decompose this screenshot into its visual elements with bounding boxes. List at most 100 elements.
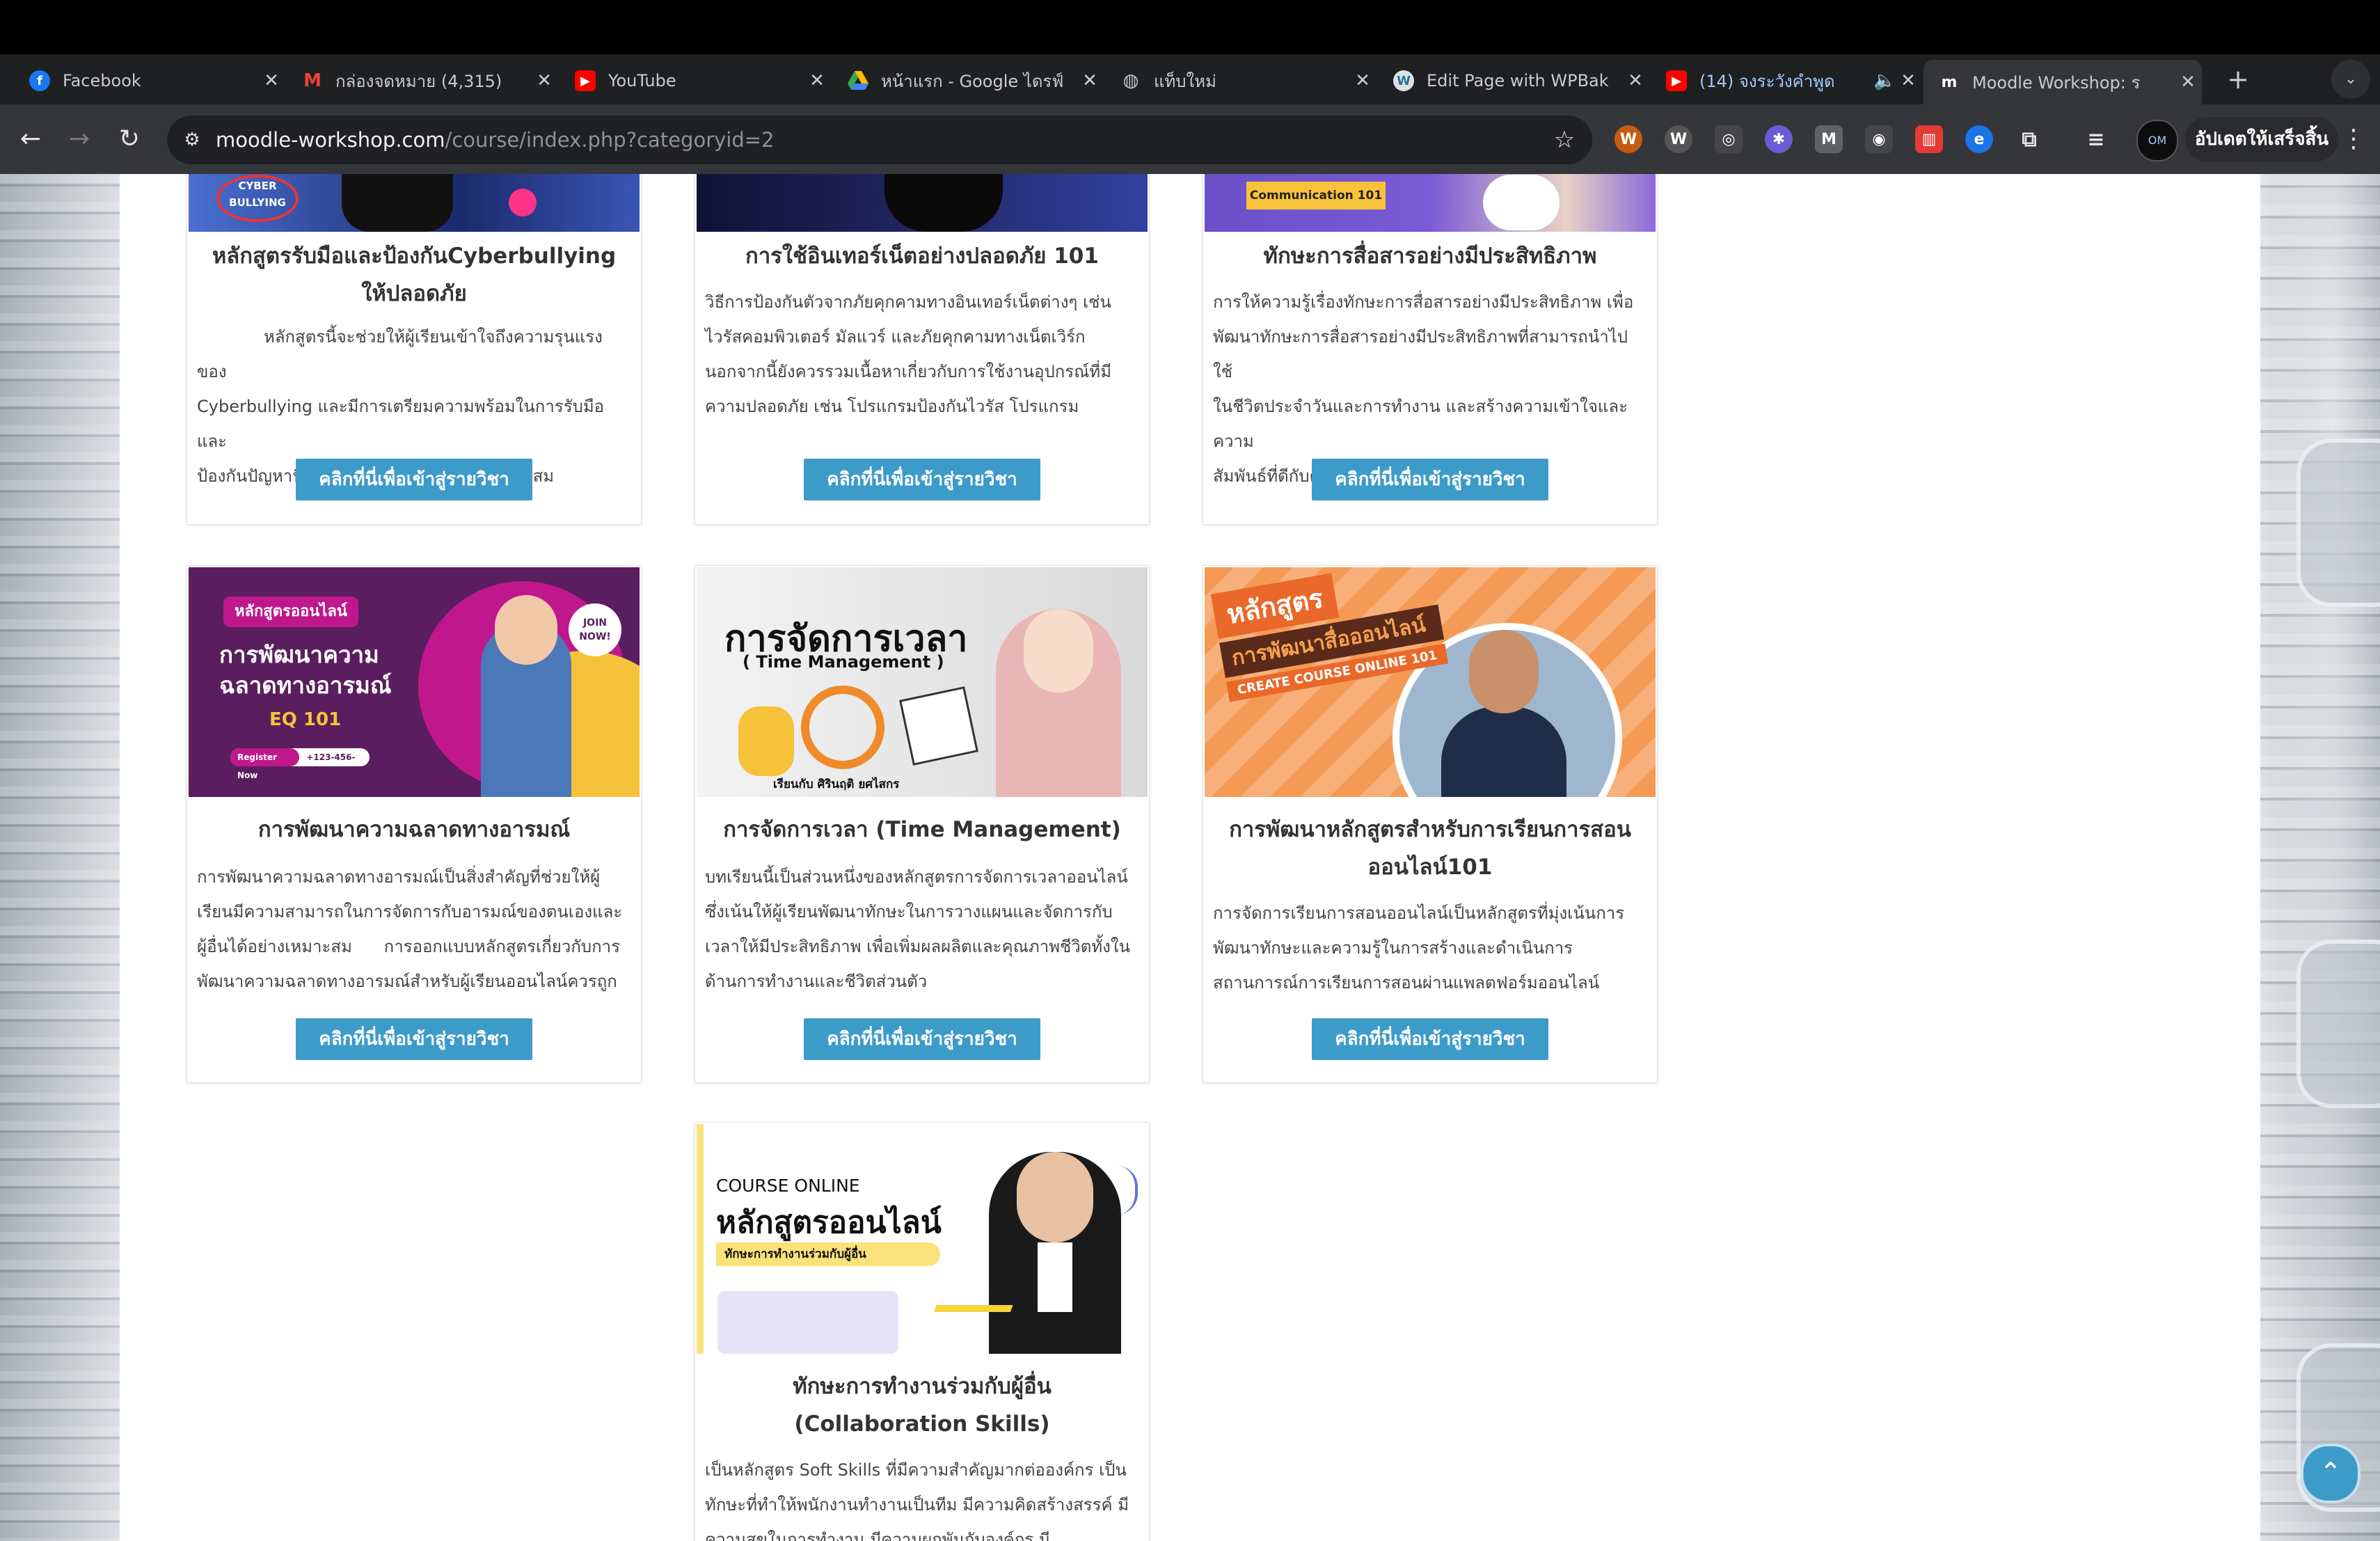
globe-icon: ◍ bbox=[1122, 70, 1139, 91]
course-card: CYBER BULLYING หลักสูตรรับมือและป้องกันC… bbox=[187, 174, 642, 525]
youtube-icon: ▶ bbox=[1666, 70, 1687, 91]
gmail-extension-icon[interactable]: M bbox=[1815, 125, 1843, 153]
reload-button[interactable]: ↻ bbox=[110, 120, 149, 159]
course-banner[interactable]: การจัดการเวลา ( Time Management ) เรียนก… bbox=[697, 567, 1148, 797]
background-wood-right bbox=[2260, 174, 2380, 1541]
new-tab-button[interactable]: + bbox=[2224, 65, 2252, 93]
banner-tag: ทักษะการทำงานร่วมกับผู้อื่น bbox=[716, 1242, 940, 1266]
tab-youtube-video[interactable]: ▶ (14) จงระวังคำพูด 🔈 ✕ bbox=[1651, 60, 1922, 102]
tab-strip: f Facebook ✕ M กล่องจดหมาย (4,315) ✕ ▶ Y… bbox=[0, 54, 2380, 104]
camera-icon[interactable]: ◉ bbox=[1865, 125, 1893, 153]
course-card: COURSE ONLINE หลักสูตรออนไลน์ ทักษะการทำ… bbox=[695, 1122, 1150, 1541]
course-description: การพัฒนาความฉลาดทางอารมณ์เป็นสิ่งสำคัญที… bbox=[197, 867, 623, 991]
address-bar[interactable]: ⚙ moodle-workshop.com/course/index.php?c… bbox=[167, 116, 1592, 164]
course-banner[interactable] bbox=[697, 174, 1148, 232]
back-button[interactable]: ← bbox=[11, 120, 50, 159]
forward-button[interactable]: → bbox=[60, 120, 99, 159]
close-icon[interactable]: ✕ bbox=[1349, 70, 1377, 91]
tab-new-tab[interactable]: ◍ แท็บใหม่ ✕ bbox=[1105, 60, 1377, 102]
close-icon[interactable]: ✕ bbox=[530, 70, 558, 91]
join-badge: JOIN NOW! bbox=[569, 603, 621, 656]
close-icon[interactable]: ✕ bbox=[1076, 70, 1104, 91]
course-banner[interactable]: หลักสูตรออนไลน์ การพัฒนาความ ฉลาดทางอารม… bbox=[189, 567, 640, 797]
heart-icon bbox=[509, 189, 537, 216]
page-viewport: CYBER BULLYING หลักสูตรรับมือและป้องกันC… bbox=[0, 174, 2380, 1541]
course-banner[interactable]: หลักสูตร การพัฒนาสื่อออนไลน์ CREATE COUR… bbox=[1205, 567, 1656, 797]
tab-title: แท็บใหม่ bbox=[1154, 71, 1216, 91]
course-description: วิธีการป้องกันตัวจากภัยคุกคามทางอินเทอร์… bbox=[705, 292, 1112, 416]
tab-title: Moodle Workshop: ร bbox=[1972, 72, 2141, 93]
enter-course-button[interactable]: คลิกที่นี่เพื่อเข้าสู่รายวิชา bbox=[296, 1018, 532, 1060]
tab-youtube[interactable]: ▶ YouTube ✕ bbox=[560, 60, 831, 102]
site-settings-icon[interactable]: ⚙ bbox=[178, 126, 206, 154]
extension-icon[interactable]: e bbox=[1965, 125, 1993, 153]
close-icon[interactable]: ✕ bbox=[2174, 72, 2202, 93]
banner-small-text: COURSE ONLINE bbox=[716, 1176, 860, 1196]
banner-teacher: เรียนกับ ศิรินฤติ ยศไสกร bbox=[773, 777, 900, 791]
tab-gmail[interactable]: M กล่องจดหมาย (4,315) ✕ bbox=[287, 60, 558, 102]
course-banner[interactable]: CYBER BULLYING bbox=[189, 174, 640, 232]
course-card: หลักสูตร การพัฒนาสื่อออนไลน์ CREATE COUR… bbox=[1203, 565, 1658, 1083]
course-title[interactable]: การพัฒนาความฉลาดทางอารมณ์ bbox=[197, 811, 631, 848]
url-text[interactable]: moodle-workshop.com/course/index.php?cat… bbox=[216, 128, 775, 152]
wordpress-extension-icon[interactable]: W bbox=[1615, 125, 1642, 153]
close-icon[interactable]: ✕ bbox=[1621, 70, 1649, 91]
close-icon[interactable]: ✕ bbox=[1894, 70, 1922, 91]
tab-title: หน้าแรก - Google ไดรฟ์ bbox=[881, 71, 1064, 91]
course-title[interactable]: ทักษะการทำงานร่วมกับผู้อื่น (Collaborati… bbox=[705, 1368, 1139, 1443]
course-banner[interactable]: COURSE ONLINE หลักสูตรออนไลน์ ทักษะการทำ… bbox=[697, 1124, 1148, 1354]
document-icon bbox=[899, 686, 978, 766]
tab-google-drive[interactable]: หน้าแรก - Google ไดรฟ์ ✕ bbox=[832, 60, 1104, 102]
extension-icon[interactable]: ◎ bbox=[1715, 125, 1743, 153]
puzzle-icon[interactable]: ⧉ bbox=[2015, 125, 2043, 153]
course-title[interactable]: การพัฒนาหลักสูตรสำหรับการเรียนการสอนออนไ… bbox=[1213, 811, 1647, 886]
banner-heading: การพัฒนาความ ฉลาดทางอารมณ์ bbox=[219, 641, 392, 699]
course-card: การใช้อินเทอร์เน็ตอย่างปลอดภัย 101 วิธีก… bbox=[695, 174, 1150, 525]
google-drive-icon bbox=[848, 70, 868, 91]
cartoon-figure bbox=[738, 706, 794, 776]
enter-course-button[interactable]: คลิกที่นี่เพื่อเข้าสู่รายวิชา bbox=[1312, 459, 1548, 500]
enter-course-button[interactable]: คลิกที่นี่เพื่อเข้าสู่รายวิชา bbox=[804, 1018, 1040, 1060]
extension-gear-icon[interactable]: ✱ bbox=[1765, 125, 1793, 153]
bookmark-star-icon[interactable]: ☆ bbox=[1550, 126, 1578, 154]
course-title[interactable]: การใช้อินเทอร์เน็ตอย่างปลอดภัย 101 bbox=[705, 237, 1139, 275]
tab-wordpress[interactable]: W Edit Page with WPBak ✕ bbox=[1378, 60, 1649, 102]
course-title[interactable]: หลักสูตรรับมือและป้องกันCyberbullying ให… bbox=[197, 237, 631, 313]
person-figure bbox=[1441, 706, 1566, 797]
enter-course-button[interactable]: คลิกที่นี่เพื่อเข้าสู่รายวิชา bbox=[296, 459, 532, 500]
banner-logo: CYBER BULLYING bbox=[216, 175, 299, 222]
window-top-bar bbox=[0, 0, 2380, 54]
tab-title: กล่องจดหมาย (4,315) bbox=[335, 71, 502, 91]
course-description: เป็นหลักสูตร Soft Skills ที่มีความสำคัญม… bbox=[705, 1460, 1129, 1541]
moodle-icon: m bbox=[1941, 73, 1958, 91]
back-to-top-button[interactable]: ⌃ bbox=[2301, 1444, 2361, 1503]
course-card: Communication 101 ทักษะการสื่อสารอย่างมี… bbox=[1203, 174, 1658, 525]
course-title[interactable]: ทักษะการสื่อสารอย่างมีประสิทธิภาพ bbox=[1213, 237, 1647, 275]
update-button[interactable]: อัปเดตให้เสร็จสิ้น bbox=[2185, 117, 2338, 161]
media-control-icon[interactable]: ≡ bbox=[2082, 125, 2110, 153]
facebook-icon: f bbox=[29, 70, 50, 91]
background-wood-left bbox=[0, 174, 120, 1541]
speech-bubble-icon bbox=[1483, 175, 1560, 230]
close-icon[interactable]: ✕ bbox=[803, 70, 831, 91]
background-decoration bbox=[2296, 940, 2380, 1108]
speaker-icon[interactable]: 🔈 bbox=[1873, 70, 1896, 91]
course-banner[interactable]: Communication 101 bbox=[1205, 174, 1656, 232]
menu-icon[interactable]: ⋮ bbox=[2340, 120, 2367, 159]
avatar[interactable]: OM bbox=[2136, 120, 2178, 161]
tab-title: Facebook bbox=[63, 71, 141, 90]
team-illustration bbox=[717, 1291, 898, 1354]
tab-search-button[interactable]: ⌄ bbox=[2331, 60, 2370, 99]
tab-facebook[interactable]: f Facebook ✕ bbox=[14, 60, 285, 102]
person-figure bbox=[884, 174, 1003, 232]
banner-register-pill: Register Now +123-456-7890 bbox=[230, 748, 370, 780]
tab-moodle-active[interactable]: m Moodle Workshop: ร ✕ bbox=[1923, 60, 2202, 104]
course-title[interactable]: การจัดการเวลา (Time Management) bbox=[705, 811, 1139, 848]
youtube-icon: ▶ bbox=[575, 70, 596, 91]
enter-course-button[interactable]: คลิกที่นี่เพื่อเข้าสู่รายวิชา bbox=[804, 459, 1040, 500]
enter-course-button[interactable]: คลิกที่นี่เพื่อเข้าสู่รายวิชา bbox=[1312, 1018, 1548, 1060]
tab-title: Edit Page with WPBak bbox=[1427, 71, 1609, 90]
wordpress-extension-icon[interactable]: W bbox=[1665, 125, 1692, 153]
close-icon[interactable]: ✕ bbox=[257, 70, 285, 91]
extension-icon[interactable]: ▥ bbox=[1915, 125, 1943, 153]
